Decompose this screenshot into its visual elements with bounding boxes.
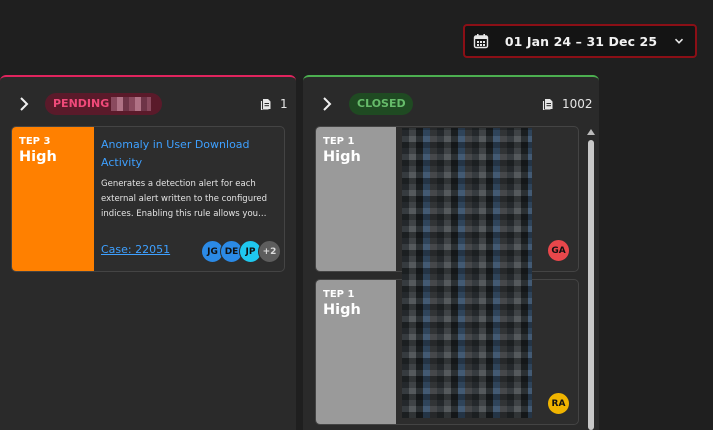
card-title[interactable]: Anomaly in User Download Activity	[101, 136, 276, 172]
severity-label: High	[323, 149, 361, 165]
assignee-avatars: RA	[547, 392, 570, 415]
ticket-count: 1	[260, 95, 288, 113]
status-label: PENDING	[53, 97, 110, 110]
column-header: PENDING 1	[0, 91, 296, 117]
date-range-picker[interactable]: 01 Jan 24 – 31 Dec 25	[463, 24, 697, 58]
avatar[interactable]: GA	[547, 239, 570, 262]
avatar[interactable]: RA	[547, 392, 570, 415]
chevron-right-icon[interactable]	[15, 95, 33, 113]
column-scrollbar[interactable]	[586, 129, 596, 430]
severity-label: High	[19, 149, 57, 165]
board-view: 01 Jan 24 – 31 Dec 25 PENDING 1 TEP 3 Hi…	[0, 0, 713, 430]
date-range-label: 01 Jan 24 – 31 Dec 25	[504, 33, 658, 49]
severity-panel: TEP 1 High	[316, 127, 396, 271]
case-link[interactable]: Case: 22051	[101, 243, 170, 256]
status-badge: PENDING	[45, 93, 162, 115]
scrollbar-thumb[interactable]	[588, 140, 594, 430]
more-assignees-badge[interactable]: +2	[258, 240, 281, 263]
step-label: TEP 1	[323, 136, 355, 147]
ticket-count: 1002	[542, 95, 593, 113]
severity-panel: TEP 1 High	[316, 280, 396, 424]
assignee-avatars: JG DE JP +2	[201, 240, 281, 263]
redacted-text	[111, 97, 152, 111]
calendar-icon	[473, 34, 489, 49]
chevron-down-icon	[674, 38, 684, 44]
step-label: TEP 3	[19, 136, 51, 147]
redacted-content	[402, 128, 532, 418]
document-icon	[260, 99, 271, 110]
scroll-up-arrow[interactable]	[587, 129, 595, 135]
severity-label: High	[323, 302, 361, 318]
column-header: CLOSED 1002	[303, 91, 599, 117]
ticket-card[interactable]: TEP 3 High Anomaly in User Download Acti…	[11, 126, 285, 272]
count-value: 1	[280, 97, 288, 111]
severity-panel: TEP 3 High	[12, 127, 94, 271]
card-body: Anomaly in User Download Activity Genera…	[94, 127, 284, 271]
chevron-right-icon[interactable]	[318, 95, 336, 113]
step-label: TEP 1	[323, 289, 355, 300]
status-badge: CLOSED	[349, 93, 413, 115]
document-icon	[542, 99, 553, 110]
status-label: CLOSED	[357, 97, 406, 110]
assignee-avatars: GA	[547, 239, 570, 262]
card-description: Generates a detection alert for each ext…	[101, 179, 268, 219]
count-value: 1002	[562, 97, 593, 111]
